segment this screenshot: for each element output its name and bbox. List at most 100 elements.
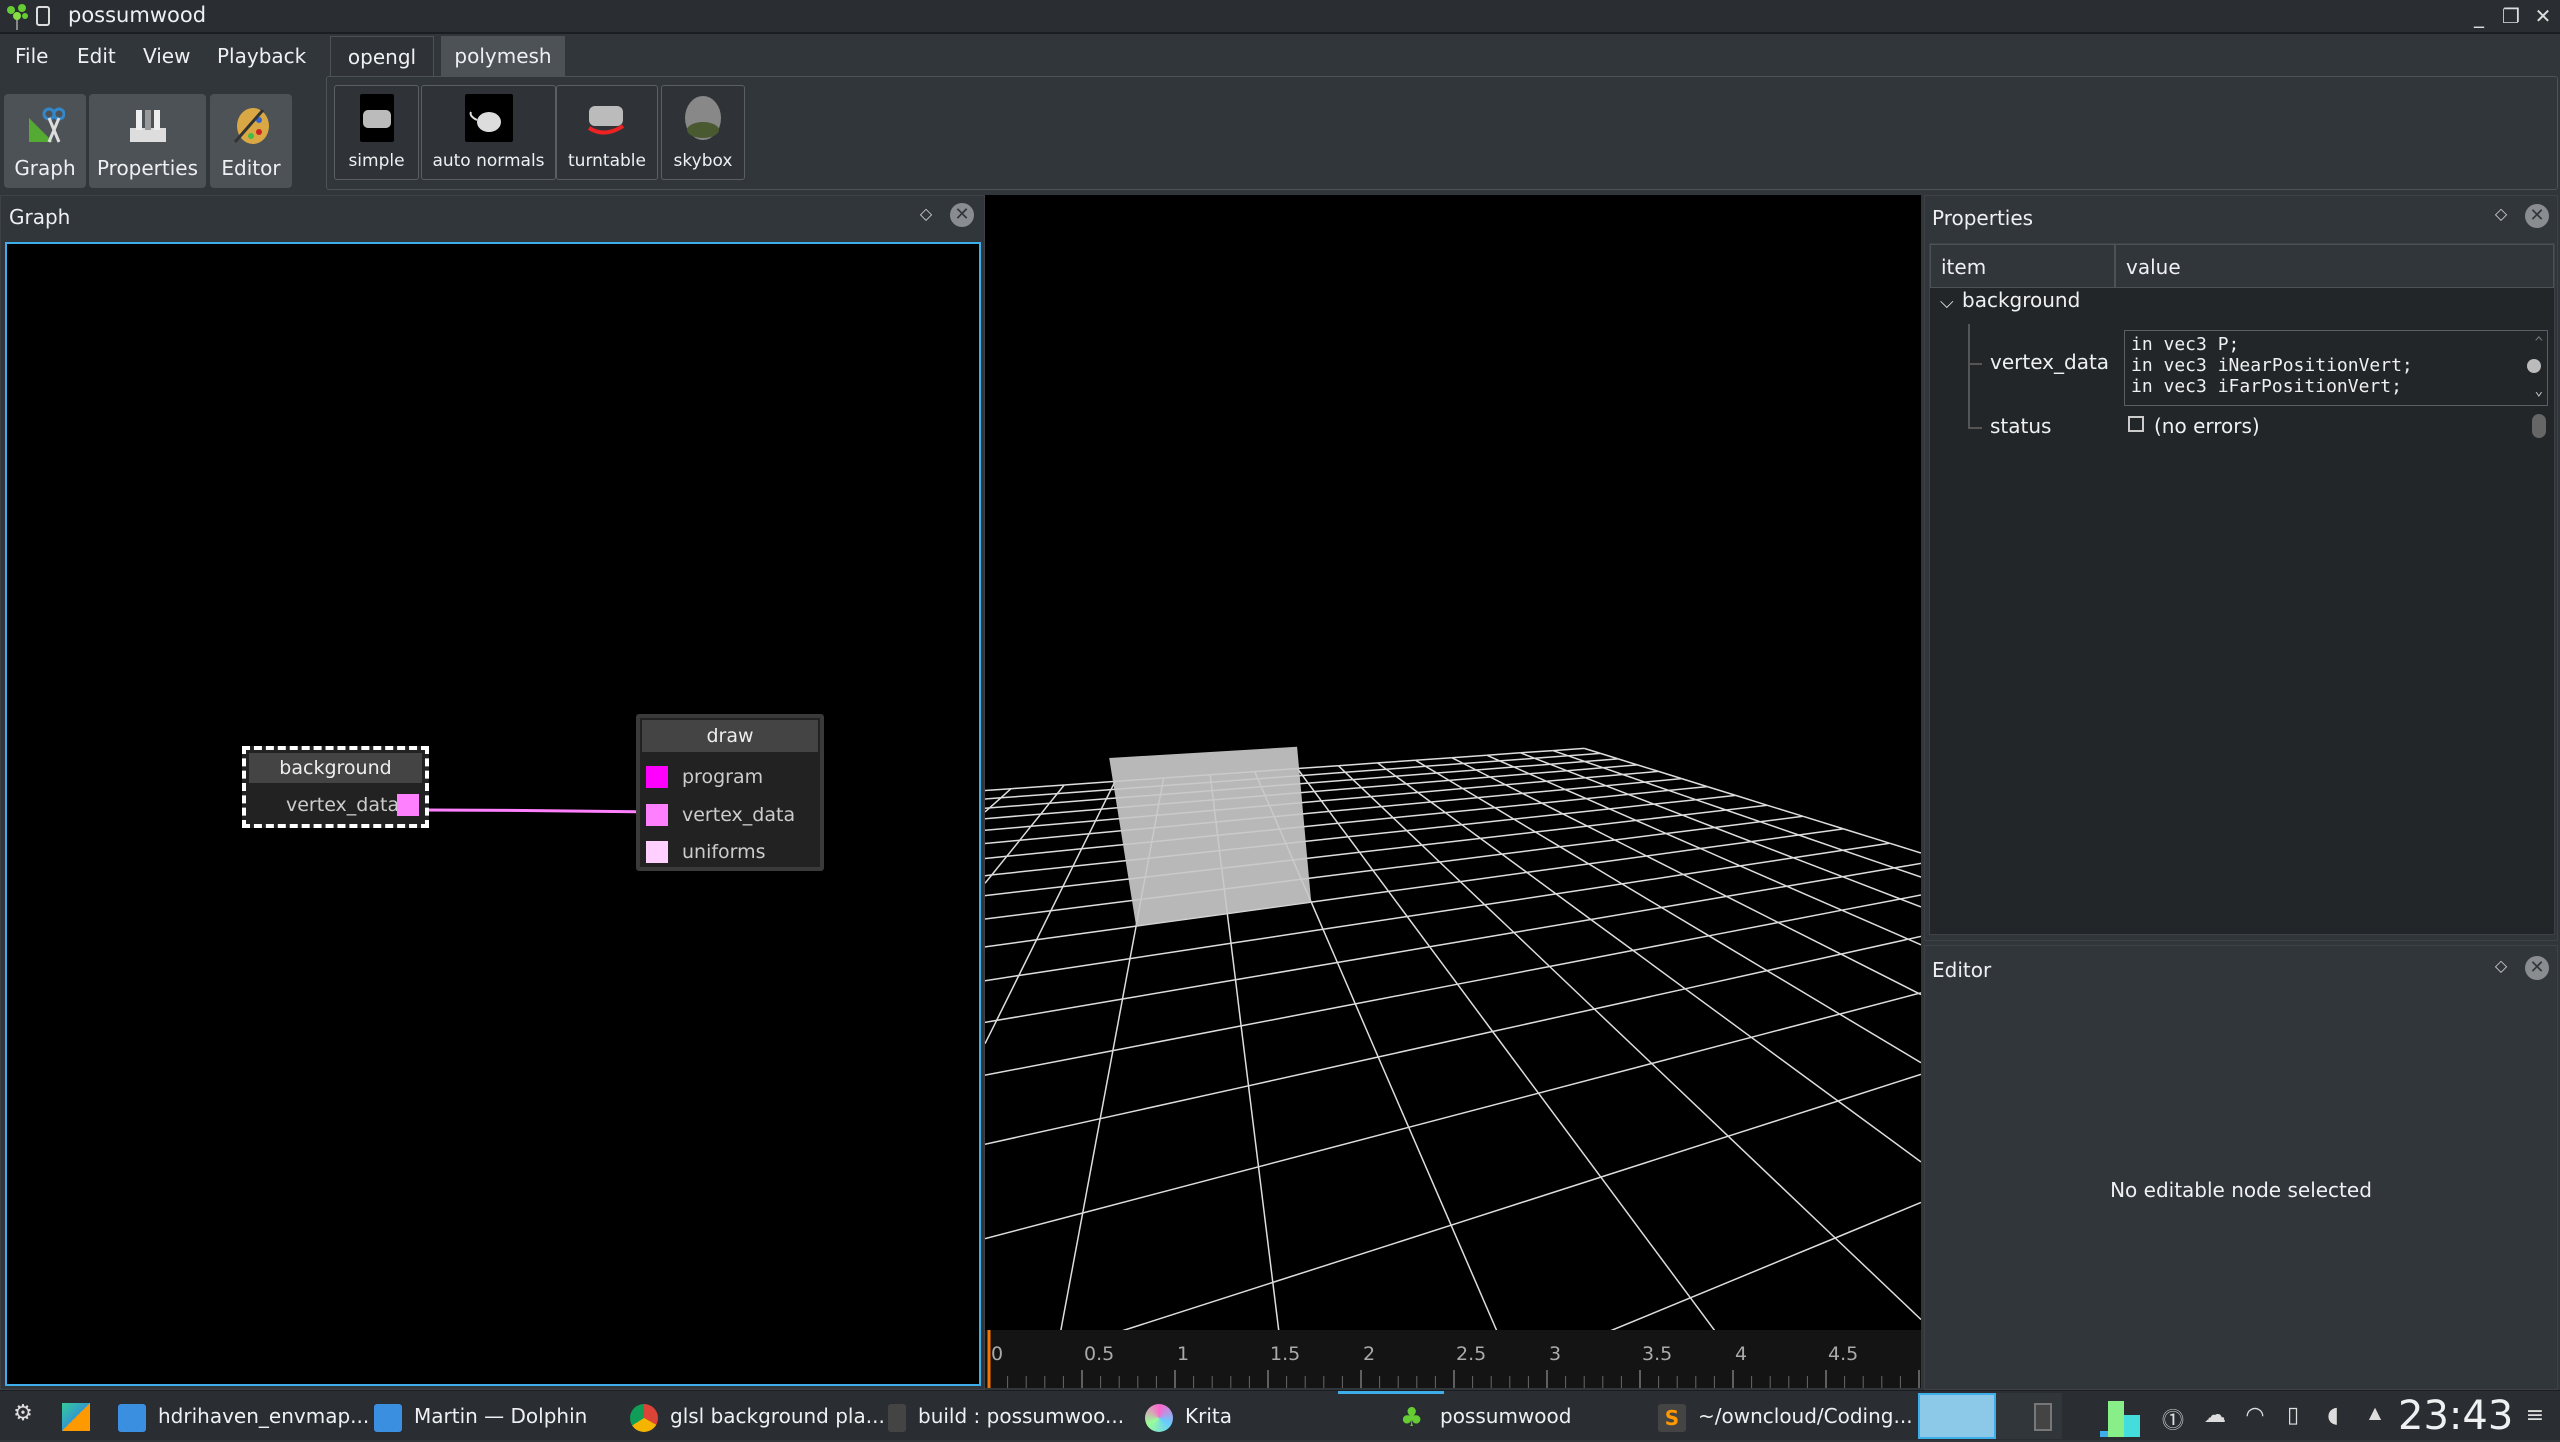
grid-line [1480, 832, 1535, 838]
grid-line [1321, 797, 1370, 801]
node-draw[interactable]: draw program vertex_data uniforms [636, 714, 824, 871]
3d-viewport[interactable] [985, 195, 1921, 1331]
minimize-button[interactable]: _ [2466, 4, 2492, 30]
tab-polymesh[interactable]: polymesh [441, 36, 565, 76]
task-terminal[interactable]: build : possumwoo... [888, 1391, 1124, 1441]
task-krita[interactable]: Krita [1145, 1391, 1232, 1441]
grid-line [1314, 788, 1361, 792]
float-dock-icon[interactable]: ◇ [2490, 956, 2512, 978]
app-launcher-icon[interactable]: ⚙ [10, 1401, 36, 1427]
timeline[interactable]: 00.511.522.533.544.5 [985, 1330, 1921, 1388]
timeline-label: 2.5 [1456, 1343, 1486, 1365]
task-sublime[interactable]: S~/owncloud/Coding... [1658, 1391, 1913, 1441]
editor-dock-button[interactable]: Editor [210, 94, 292, 188]
task-chrome[interactable]: glsl background pla... [630, 1391, 885, 1441]
close-dock-icon[interactable]: ✕ [2525, 204, 2549, 228]
grid-line [1495, 808, 1514, 819]
tab-opengl[interactable]: opengl [330, 36, 434, 76]
pager-desktop-1[interactable] [1918, 1393, 1996, 1439]
close-window-button[interactable]: ✕ [2530, 4, 2556, 30]
task-possumwood[interactable]: ♣possumwood [1400, 1391, 1571, 1441]
input-port-vertex-data[interactable] [646, 804, 668, 826]
grid-line [1337, 947, 1429, 963]
skybox-icon [679, 94, 727, 142]
grid-line [1051, 887, 1063, 911]
grid-line [1563, 809, 1610, 814]
timeline-label: 3 [1549, 1343, 1561, 1365]
float-dock-icon[interactable]: ◇ [2490, 204, 2512, 226]
preset-label: auto normals [422, 151, 555, 171]
properties-dock-button[interactable]: Properties [89, 94, 206, 188]
scroll-down-icon[interactable]: ⌄ [2535, 381, 2543, 402]
grid-line [1478, 798, 1495, 808]
grid-line [1431, 802, 1446, 813]
input-port-uniforms[interactable] [646, 841, 668, 863]
grid-line [1259, 1167, 1273, 1283]
cloud-icon[interactable]: ☁ [2202, 1403, 2228, 1429]
task-dolphin[interactable]: Martin — Dolphin [374, 1391, 587, 1441]
vertex-data-editor[interactable]: in vec3 P; in vec3 iNearPositionVert; in… [2124, 330, 2548, 406]
grid-line [1360, 852, 1373, 870]
grid-line [1523, 793, 1542, 803]
clipboard-icon[interactable]: ▯ [2280, 1403, 2306, 1429]
grid-line [1645, 779, 1682, 783]
app-logo-icon [4, 2, 30, 30]
volume-icon[interactable]: ◖ [2320, 1403, 2346, 1429]
grid-line [1629, 794, 1654, 804]
scrollbar-handle[interactable] [2532, 414, 2546, 438]
grid-line [1556, 884, 1622, 894]
background-quad [1109, 747, 1311, 926]
menu-view[interactable]: View [143, 44, 190, 68]
properties-icon [128, 106, 168, 146]
port-label: uniforms [682, 841, 766, 863]
clock[interactable]: 23:43 [2398, 1391, 2513, 1441]
grid-line [1647, 856, 1684, 875]
menu-playback[interactable]: Playback [217, 44, 306, 68]
preset-skybox-button[interactable]: skybox [661, 85, 745, 180]
preset-label: skybox [662, 151, 744, 171]
panel-menu-icon[interactable]: ≡ [2522, 1403, 2548, 1429]
scrollbar-handle[interactable] [2527, 359, 2541, 373]
grid-line [1495, 803, 1542, 808]
graph-connection[interactable] [425, 810, 655, 812]
grid-line [1082, 834, 1090, 849]
close-dock-icon[interactable]: ✕ [2525, 956, 2549, 980]
grid-line [1751, 842, 1793, 858]
system-monitor-icon[interactable] [2100, 1395, 2152, 1437]
graph-dock-button[interactable]: Graph [4, 94, 86, 188]
maximize-button[interactable]: ❐ [2498, 4, 2524, 30]
window-menu-icon[interactable] [36, 6, 50, 26]
output-port-vertex-data[interactable] [397, 794, 419, 816]
scroll-up-icon[interactable]: ^ [2535, 333, 2543, 354]
grid-line [1123, 959, 1131, 999]
graph-canvas[interactable]: background vertex_data draw program vert… [5, 242, 981, 1386]
grid-line [1682, 779, 1708, 787]
close-dock-icon[interactable]: ✕ [950, 203, 974, 227]
grid-line [1122, 1282, 1273, 1331]
grid-line [1683, 875, 1726, 897]
preset-simple-button[interactable]: simple [334, 85, 419, 180]
input-port-program[interactable] [646, 766, 668, 788]
grid-line [1662, 908, 1709, 936]
menu-edit[interactable]: Edit [77, 44, 116, 68]
column-header-item[interactable]: item [1930, 244, 2115, 288]
node-background[interactable]: background vertex_data [242, 746, 429, 828]
grid-line [1514, 920, 1591, 933]
float-dock-icon[interactable]: ◇ [915, 204, 937, 226]
connection-layer [7, 244, 979, 1384]
preset-auto-normals-button[interactable]: auto normals [421, 85, 556, 180]
column-header-value[interactable]: value [2115, 244, 2554, 288]
updates-icon[interactable]: ⓵ [2160, 1403, 2186, 1429]
menu-file[interactable]: File [15, 44, 48, 68]
krita-launcher-icon[interactable] [62, 1403, 90, 1431]
tray-expand-icon[interactable]: ▲ [2362, 1403, 2388, 1429]
task-hdrihaven[interactable]: hdrihaven_envmap... [118, 1391, 369, 1441]
grid-line [1462, 825, 1481, 839]
tree-group-background[interactable]: background [1962, 288, 2080, 312]
grid-line [1019, 940, 1037, 976]
expand-chevron-icon[interactable]: ⌵ [1940, 292, 1954, 313]
preset-turntable-button[interactable]: turntable [556, 85, 658, 180]
grid-line [1727, 896, 1779, 922]
pager-desktop-2[interactable] [1996, 1393, 2062, 1439]
wifi-icon[interactable]: ◠ [2242, 1403, 2268, 1429]
